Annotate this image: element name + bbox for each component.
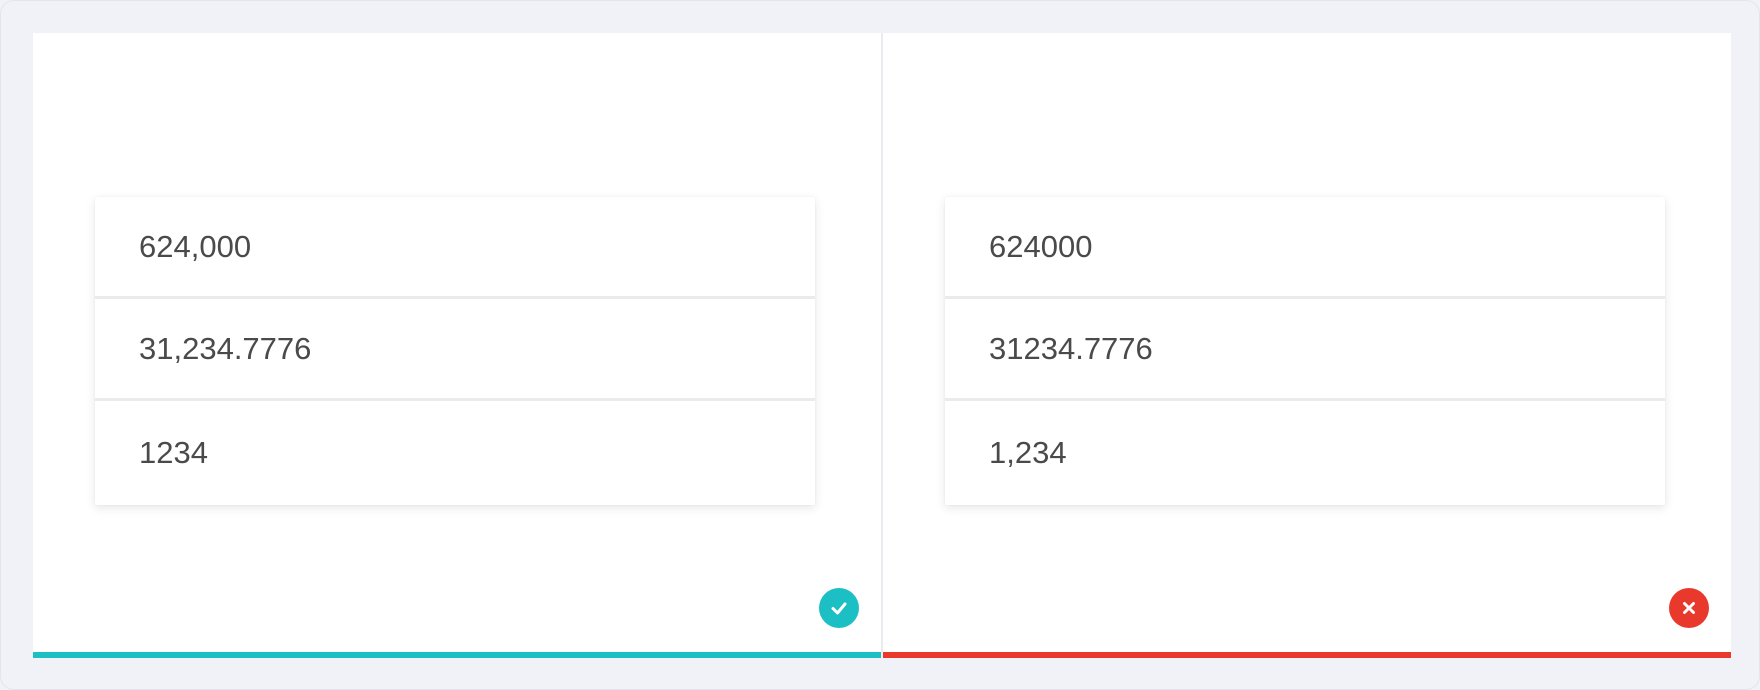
list-item: 1,234 [945,401,1665,505]
list-item: 31,234.7776 [95,299,815,401]
incorrect-example-panel: 624000 31234.7776 1,234 [883,33,1731,658]
list-item-value: 31,234.7776 [139,330,312,366]
comparison-frame: 624,000 31,234.7776 1234 624000 31234.77… [0,0,1760,690]
list-item: 624,000 [95,197,815,299]
list-item-value: 624000 [989,228,1093,264]
number-list-card: 624,000 31,234.7776 1234 [95,197,815,505]
list-item: 1234 [95,401,815,505]
check-icon [819,588,859,628]
incorrect-status-bar [883,652,1731,658]
list-item-value: 624,000 [139,228,252,264]
list-item-value: 1234 [139,435,208,470]
list-item-value: 1,234 [989,435,1067,470]
list-item: 624000 [945,197,1665,299]
list-item: 31234.7776 [945,299,1665,401]
correct-example-panel: 624,000 31,234.7776 1234 [33,33,881,658]
close-icon [1669,588,1709,628]
list-item-value: 31234.7776 [989,330,1153,366]
correct-status-bar [33,652,881,658]
number-list-card: 624000 31234.7776 1,234 [945,197,1665,505]
